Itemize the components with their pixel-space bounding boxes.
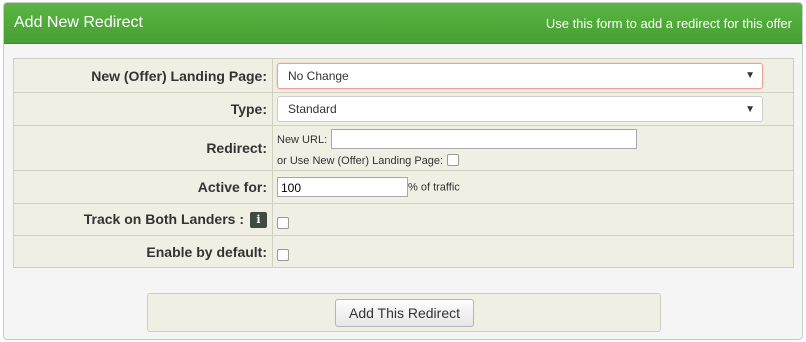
landing-page-select[interactable]: No Change ▼	[277, 62, 763, 89]
new-url-input[interactable]	[331, 129, 638, 150]
row-redirect: Redirect: New URL: or Use New (Offer) La…	[13, 125, 794, 171]
row-track-both: Track on Both Landers : i	[13, 203, 794, 236]
row-active-for: Active for: 100% of traffic	[13, 170, 794, 204]
enable-default-checkbox[interactable]	[277, 248, 289, 261]
track-both-label: Track on Both Landers :	[83, 210, 244, 227]
row-type: Type: Standard ▼	[13, 92, 794, 126]
panel-title: Add New Redirect	[14, 14, 143, 31]
landing-page-label: New (Offer) Landing Page:	[13, 58, 273, 93]
track-both-label-cell: Track on Both Landers : i	[13, 203, 273, 236]
active-for-label: Active for:	[13, 170, 273, 204]
type-select[interactable]: Standard ▼	[277, 96, 763, 122]
row-enable-default: Enable by default:	[13, 235, 794, 268]
track-both-checkbox[interactable]	[277, 216, 289, 229]
panel-header: Add New Redirect Use this form to add a …	[4, 3, 802, 44]
chevron-down-icon: ▼	[745, 103, 755, 115]
type-label: Type:	[13, 92, 273, 126]
traffic-suffix: % of traffic	[408, 181, 460, 194]
active-for-input[interactable]: 100	[277, 177, 408, 197]
landing-page-select-value: No Change	[288, 68, 349, 83]
add-redirect-panel: Add New Redirect Use this form to add a …	[3, 2, 803, 340]
form-actions: Add This Redirect	[147, 293, 661, 332]
info-icon[interactable]: i	[250, 212, 267, 229]
new-url-label: New URL:	[277, 134, 328, 146]
enable-default-label: Enable by default:	[13, 235, 273, 268]
row-landing-page: New (Offer) Landing Page: No Change ▼	[13, 58, 794, 93]
use-landing-label: or Use New (Offer) Landing Page:	[277, 155, 444, 167]
redirect-label: Redirect:	[13, 125, 273, 171]
add-redirect-button[interactable]: Add This Redirect	[335, 299, 474, 327]
chevron-down-icon: ▼	[745, 70, 755, 81]
redirect-form-table: New (Offer) Landing Page: No Change ▼ Ty…	[13, 58, 794, 268]
type-select-value: Standard	[288, 102, 337, 116]
panel-subtitle: Use this form to add a redirect for this…	[545, 15, 792, 31]
use-landing-checkbox[interactable]	[447, 154, 459, 167]
